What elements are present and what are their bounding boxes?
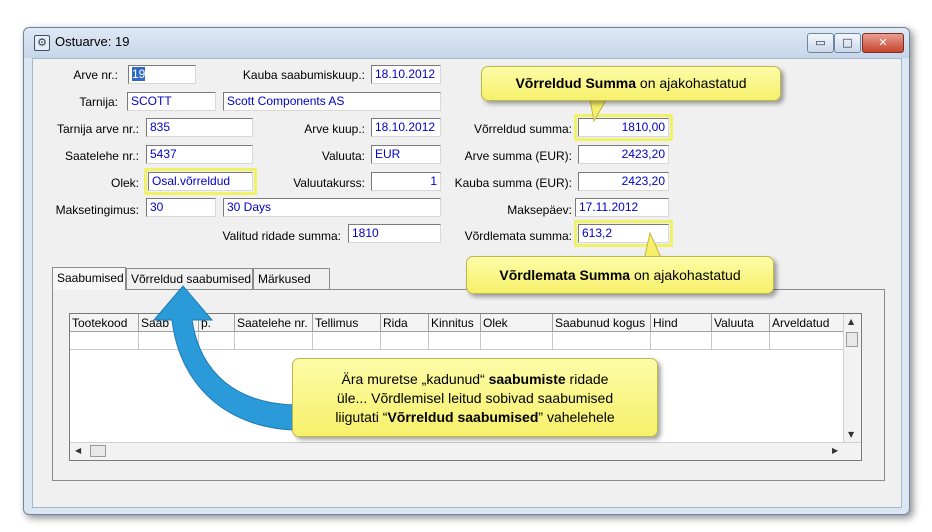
center-callout-text: ridade (565, 371, 609, 387)
center-callout-text: ” vahelehele (538, 409, 615, 425)
center-callout-line3: liigutati “Võrreldud saabumised” vaheleh… (293, 408, 657, 427)
title-bar[interactable]: ⚙ Ostuarve: 19 ▭ □ ✕ (24, 28, 909, 58)
tarnija-arve-nr-field[interactable]: 835 (146, 118, 253, 137)
column-header[interactable]: Olek (481, 314, 553, 332)
maximize-button[interactable]: □ (834, 33, 861, 53)
column-header[interactable]: Arveldatud (770, 314, 846, 332)
center-callout: Ära muretse „kadunud“ saabumiste ridade … (292, 358, 658, 437)
bottom-callout-bold: Võrdlemata Summa (499, 267, 631, 283)
arve-kuup-field[interactable]: 18.10.2012 (371, 118, 441, 137)
grid-cell[interactable] (712, 332, 770, 350)
kauba-summa-label: Kauba summa (EUR): (454, 176, 572, 190)
close-button[interactable]: ✕ (862, 33, 904, 53)
top-callout-text: on ajakohastatud (636, 75, 747, 91)
column-header[interactable]: Hind (651, 314, 712, 332)
center-callout-text: Ära muretse „kadunud“ (341, 371, 489, 387)
grid-cell[interactable] (429, 332, 481, 350)
maksepaev-label: Maksepäev: (507, 203, 572, 217)
app-icon: ⚙ (34, 35, 50, 51)
grid-cell[interactable] (553, 332, 651, 350)
kauba-summa-field[interactable]: 2423,20 (578, 172, 669, 191)
arve-summa-field[interactable]: 2423,20 (578, 145, 669, 164)
olek-highlight (144, 168, 257, 195)
window-title: Ostuarve: 19 (55, 34, 130, 49)
arve-summa-label: Arve summa (EUR): (464, 149, 572, 163)
horizontal-scrollbar[interactable]: ◀ ▶ (70, 442, 861, 460)
column-header[interactable]: Tellimus (313, 314, 381, 332)
column-header[interactable]: p. (199, 314, 235, 332)
vorreldud-summa-label: Võrreldud summa: (473, 122, 572, 136)
column-header[interactable]: Rida (381, 314, 429, 332)
minimize-button[interactable]: ▭ (807, 33, 834, 53)
saatelehe-nr-label: Saatelehe nr.: (64, 149, 139, 163)
center-callout-line1: Ära muretse „kadunud“ saabumiste ridade (293, 370, 657, 389)
grid-cell[interactable] (139, 332, 199, 350)
center-callout-line2: üle... Võrdlemisel leitud sobivad saabum… (336, 390, 614, 406)
scroll-down-icon[interactable]: ▼ (848, 430, 854, 439)
vertical-scroll-thumb[interactable] (846, 332, 858, 347)
scroll-right-icon[interactable]: ▶ (832, 446, 838, 455)
valuutakurss-field[interactable]: 1 (371, 172, 441, 191)
grid-cell[interactable] (235, 332, 313, 350)
column-header[interactable]: Kinnitus (429, 314, 481, 332)
tarnija-code-field[interactable]: SCOTT (127, 92, 216, 111)
grid-cell[interactable] (651, 332, 712, 350)
scroll-left-icon[interactable]: ◀ (75, 446, 81, 455)
bottom-callout-text: on ajakohastatud (630, 267, 741, 283)
maksetingimus-label: Maksetingimus: (55, 203, 139, 217)
vordlemata-summa-highlight (574, 220, 673, 247)
tab-saabumised[interactable]: Saabumised (52, 267, 126, 290)
horizontal-scroll-thumb[interactable] (90, 445, 106, 457)
bottom-callout: Võrdlemata Summa on ajakohastatud (466, 256, 774, 294)
tab-vorreldud-saabumised[interactable]: Võrreldud saabumised (126, 268, 253, 289)
valuutakurss-label: Valuutakurss: (293, 176, 365, 190)
tarnija-name-field[interactable]: Scott Components AS (223, 92, 441, 111)
scroll-up-icon[interactable]: ▲ (848, 317, 854, 326)
center-callout-text: liigutati “ (335, 409, 388, 425)
top-callout: Võrreldud Summa on ajakohastatud (481, 66, 781, 101)
grid-cell[interactable] (70, 332, 139, 350)
grid-cell[interactable] (481, 332, 553, 350)
valuuta-label: Valuuta: (321, 149, 365, 163)
arve-kuup-label: Arve kuup.: (304, 122, 365, 136)
grid-cell[interactable] (381, 332, 429, 350)
arve-nr-value: 19 (132, 67, 146, 81)
column-header[interactable]: Tootekood (70, 314, 139, 332)
top-callout-bold: Võrreldud Summa (515, 75, 637, 91)
tarnija-label: Tarnija: (79, 95, 118, 109)
column-header[interactable]: Saabunud kogus (553, 314, 651, 332)
valitud-ridade-summa-label: Valitud ridade summa: (222, 229, 342, 243)
grid-cell[interactable] (199, 332, 235, 350)
center-callout-bold: saabumiste (488, 371, 566, 387)
column-header[interactable]: Saatelehe nr. (235, 314, 313, 332)
vorreldud-summa-highlight (574, 114, 673, 141)
center-callout-bold: Võrreldud saabumised (387, 409, 539, 425)
grid-cell[interactable] (313, 332, 381, 350)
kauba-saabumiskuup-field[interactable]: 18.10.2012 (371, 65, 441, 84)
column-header[interactable]: Valuuta (712, 314, 770, 332)
column-header[interactable]: Saab (139, 314, 199, 332)
tarnija-arve-nr-label: Tarnija arve nr.: (56, 122, 139, 136)
vertical-scrollbar[interactable]: ▲ ▼ (843, 314, 861, 444)
arve-nr-field[interactable]: 19 (128, 65, 196, 84)
kauba-saabumiskuup-label: Kauba saabumiskuup.: (242, 68, 365, 82)
valitud-ridade-summa-field[interactable]: 1810 (348, 224, 441, 243)
tab-markused[interactable]: Märkused (253, 268, 330, 289)
maksepaev-field[interactable]: 17.11.2012 (575, 198, 669, 217)
maksetingimus-name-field[interactable]: 30 Days (223, 198, 441, 217)
saatelehe-nr-field[interactable]: 5437 (146, 145, 253, 164)
maksetingimus-code-field[interactable]: 30 (146, 198, 216, 217)
olek-label: Olek: (110, 176, 139, 190)
valuuta-field[interactable]: EUR (371, 145, 441, 164)
vordlemata-summa-label: Võrdlemata summa: (464, 229, 572, 243)
grid-cell[interactable] (770, 332, 846, 350)
arve-nr-label: Arve nr.: (73, 68, 118, 82)
